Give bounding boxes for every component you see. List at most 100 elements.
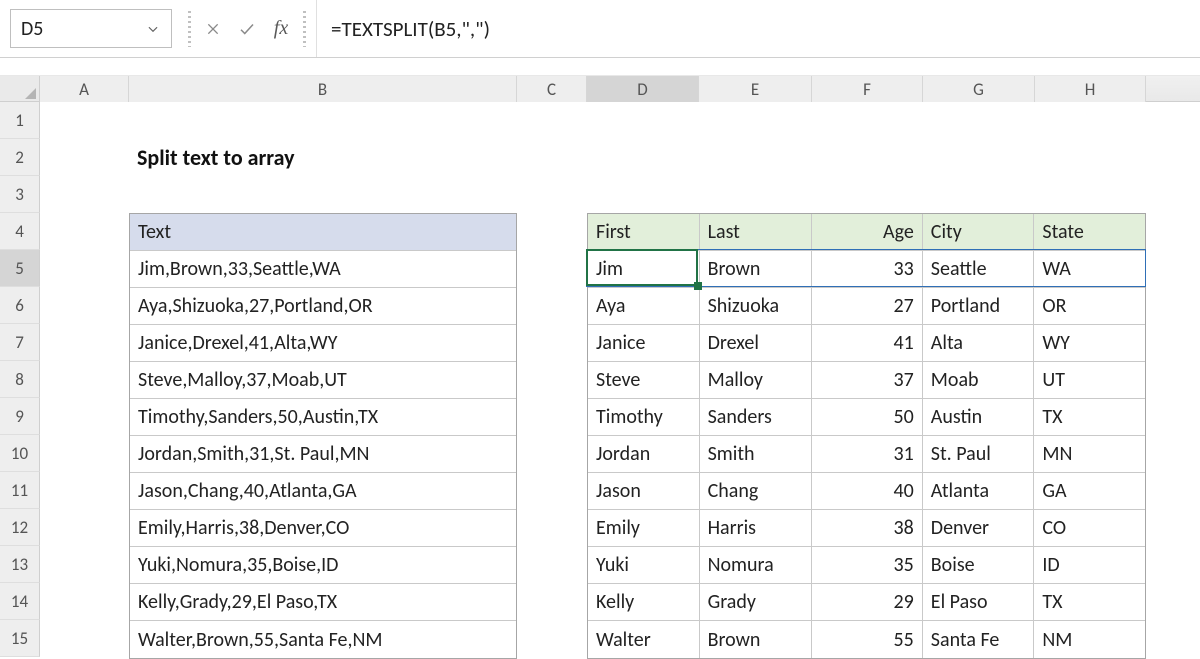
split-table-cell[interactable]: Yuki [588, 547, 700, 583]
cell-B1[interactable] [129, 102, 517, 139]
cell-A5[interactable] [40, 250, 129, 287]
split-table-cell[interactable]: Boise [923, 547, 1035, 583]
text-table-header[interactable]: Text [130, 214, 516, 250]
row-header-2[interactable]: 2 [0, 139, 40, 176]
name-box[interactable]: D5 [10, 9, 172, 48]
cell-C3[interactable] [517, 176, 587, 213]
cell-C9[interactable] [517, 398, 587, 435]
split-table-cell[interactable]: Jim [588, 251, 700, 287]
row-header-3[interactable]: 3 [0, 176, 40, 213]
row-header-10[interactable]: 10 [0, 435, 40, 472]
split-table-cell[interactable]: 41 [812, 325, 923, 361]
text-table-row[interactable]: Jim,Brown,33,Seattle,WA [130, 251, 516, 287]
cell-A13[interactable] [40, 546, 129, 583]
cancel-icon[interactable] [199, 9, 227, 49]
row-header-12[interactable]: 12 [0, 509, 40, 546]
spreadsheet-grid[interactable]: ABCDEFGH 123456789101112131415 Split tex… [0, 76, 1200, 657]
cell-E1[interactable] [699, 102, 812, 139]
text-table-row[interactable]: Emily,Harris,38,Denver,CO [130, 510, 516, 546]
split-table-cell[interactable]: 50 [812, 399, 923, 435]
split-table-header-first[interactable]: First [588, 214, 700, 250]
cell-C10[interactable] [517, 435, 587, 472]
cell-A4[interactable] [40, 213, 129, 250]
cell-A15[interactable] [40, 620, 129, 657]
split-table-cell[interactable]: WY [1034, 325, 1145, 361]
split-table-header-state[interactable]: State [1034, 214, 1145, 250]
text-table-row[interactable]: Jason,Chang,40,Atlanta,GA [130, 473, 516, 509]
split-table-cell[interactable]: Nomura [700, 547, 813, 583]
split-table-cell[interactable]: El Paso [923, 584, 1035, 620]
split-table-cell[interactable]: 31 [812, 436, 923, 472]
cell-C12[interactable] [517, 509, 587, 546]
split-table-cell[interactable]: Smith [700, 436, 813, 472]
column-header-H[interactable]: H [1035, 76, 1146, 102]
split-table-cell[interactable]: TX [1034, 584, 1145, 620]
row-header-1[interactable]: 1 [0, 102, 40, 139]
split-table-cell[interactable]: Harris [700, 510, 813, 546]
cell-C1[interactable] [517, 102, 587, 139]
split-table-cell[interactable]: 27 [812, 288, 923, 324]
cell-G2[interactable] [923, 139, 1035, 176]
cell-A8[interactable] [40, 361, 129, 398]
column-header-C[interactable]: C [517, 76, 587, 102]
text-table-row[interactable]: Walter,Brown,55,Santa Fe,NM [130, 621, 516, 658]
check-icon[interactable] [233, 9, 261, 49]
split-table-cell[interactable]: NM [1034, 621, 1145, 658]
cell-G1[interactable] [923, 102, 1035, 139]
column-header-F[interactable]: F [812, 76, 923, 102]
split-table-cell[interactable]: Janice [588, 325, 700, 361]
row-header-8[interactable]: 8 [0, 361, 40, 398]
split-table-cell[interactable]: 40 [812, 473, 923, 509]
split-table-cell[interactable]: GA [1034, 473, 1145, 509]
cell-A9[interactable] [40, 398, 129, 435]
split-table-cell[interactable]: Emily [588, 510, 700, 546]
split-table-cell[interactable]: Moab [923, 362, 1035, 398]
cell-A2[interactable] [40, 139, 129, 176]
cell-H2[interactable] [1035, 139, 1146, 176]
split-table-cell[interactable]: 33 [812, 251, 923, 287]
split-table-cell[interactable]: Drexel [700, 325, 813, 361]
cell-B3[interactable] [129, 176, 517, 213]
row-header-7[interactable]: 7 [0, 324, 40, 361]
split-table-cell[interactable]: Jordan [588, 436, 700, 472]
text-table-row[interactable]: Janice,Drexel,41,Alta,WY [130, 325, 516, 361]
split-table-cell[interactable]: ID [1034, 547, 1145, 583]
cell-C4[interactable] [517, 213, 587, 250]
split-table-cell[interactable]: Denver [923, 510, 1035, 546]
cell-G3[interactable] [923, 176, 1035, 213]
split-table-cell[interactable]: 35 [812, 547, 923, 583]
text-table-row[interactable]: Jordan,Smith,31,St. Paul,MN [130, 436, 516, 472]
column-header-A[interactable]: A [40, 76, 129, 102]
cell-A14[interactable] [40, 583, 129, 620]
split-table-cell[interactable]: Aya [588, 288, 700, 324]
split-table-cell[interactable]: Kelly [588, 584, 700, 620]
cell-A1[interactable] [40, 102, 129, 139]
cell-C15[interactable] [517, 620, 587, 657]
cell-A3[interactable] [40, 176, 129, 213]
cell-C8[interactable] [517, 361, 587, 398]
split-table-cell[interactable]: Austin [923, 399, 1035, 435]
split-table-cell[interactable]: Walter [588, 621, 700, 658]
row-header-11[interactable]: 11 [0, 472, 40, 509]
text-table-row[interactable]: Yuki,Nomura,35,Boise,ID [130, 547, 516, 583]
split-table-cell[interactable]: WA [1034, 251, 1145, 287]
split-table-cell[interactable]: TX [1034, 399, 1145, 435]
split-table-cell[interactable]: St. Paul [923, 436, 1035, 472]
split-table-cell[interactable]: Chang [700, 473, 813, 509]
column-header-E[interactable]: E [699, 76, 812, 102]
cell-C13[interactable] [517, 546, 587, 583]
split-table-cell[interactable]: 29 [812, 584, 923, 620]
column-header-D[interactable]: D [587, 76, 699, 102]
text-table-row[interactable]: Kelly,Grady,29,El Paso,TX [130, 584, 516, 620]
text-table-row[interactable]: Timothy,Sanders,50,Austin,TX [130, 399, 516, 435]
split-table-cell[interactable]: Seattle [923, 251, 1035, 287]
cell-A6[interactable] [40, 287, 129, 324]
cell-F3[interactable] [812, 176, 923, 213]
split-table-cell[interactable]: Timothy [588, 399, 700, 435]
cell-C14[interactable] [517, 583, 587, 620]
cell-H1[interactable] [1035, 102, 1146, 139]
formula-input[interactable]: =TEXTSPLIT(B5,",") [317, 0, 1200, 57]
row-header-6[interactable]: 6 [0, 287, 40, 324]
split-table-cell[interactable]: Portland [923, 288, 1035, 324]
cell-D1[interactable] [587, 102, 699, 139]
